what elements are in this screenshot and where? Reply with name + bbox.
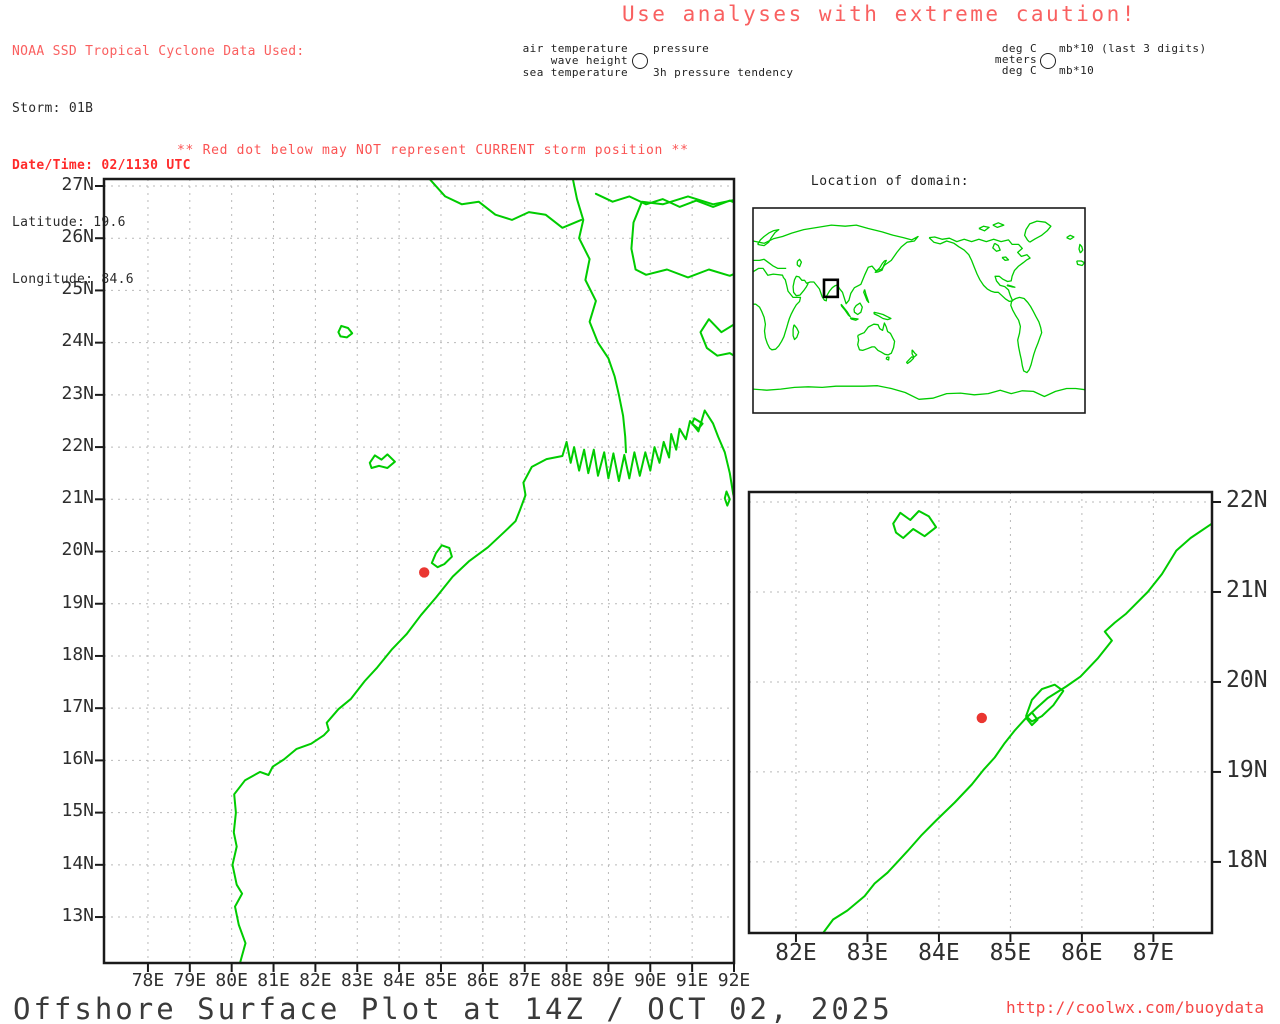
coastline-inland-lake-north — [337, 324, 354, 339]
storm-info-header: NOAA SSD Tropical Cyclone Data Used: — [12, 44, 305, 59]
legend-pressure-tendency-label: 3h pressure tendency — [653, 66, 794, 79]
world-coastline-north-america — [928, 236, 1031, 303]
map-main-lat-label: 17N — [61, 696, 94, 718]
world-coastline-australia — [857, 322, 896, 356]
coastline-india-east-coast-and-delta — [231, 409, 734, 963]
world-inset-map — [752, 207, 1086, 414]
coastline-inland-lake-south — [368, 453, 396, 469]
map-main-lat-label: 23N — [61, 382, 94, 404]
world-coastlines — [753, 220, 1085, 400]
coastline-ganges-river-west — [428, 179, 583, 229]
storm-position-dot — [419, 567, 430, 578]
storm-datetime-text: Date/Time: 02/1130 UTC — [12, 158, 191, 173]
world-coastline-nz-north — [911, 349, 918, 358]
grid-lines — [749, 492, 1212, 933]
world-coastline-iberia — [1076, 260, 1085, 267]
map-zoom-lat-label: 19N — [1226, 756, 1268, 783]
map-main-lat-label: 16N — [61, 748, 94, 770]
map-zoom-lat-label: 18N — [1226, 846, 1268, 873]
coastline-sylhet-hills — [699, 318, 734, 357]
legend-pressure-unit: mb*10 (last 3 digits) — [1059, 42, 1207, 55]
legend-pressure-tendency-unit: mb*10 — [1059, 64, 1095, 77]
map-main-lat-label: 26N — [61, 226, 94, 248]
world-coastline-antarctica — [753, 385, 1085, 400]
map-zoom-lat-label: 22N — [1226, 486, 1268, 513]
coastline-north-river-line — [594, 192, 734, 208]
map-zoom-lat-label: 21N — [1226, 576, 1268, 603]
map-main-lat-label: 19N — [61, 591, 94, 613]
world-coastline-caspian — [796, 258, 803, 268]
world-coastline-britain — [1078, 243, 1084, 254]
world-coastline-philippines — [863, 289, 870, 304]
legend-sea-temp-unit: deg C — [1001, 64, 1037, 77]
world-coastline-tasmania — [885, 356, 890, 361]
map-main-lat-label: 13N — [61, 904, 94, 926]
zoom-map: 22N 21N 20N 19N 18N 82E 83E 84E 85E 86E 87E — [747, 487, 1268, 966]
coastline-chilika-spur — [1025, 711, 1039, 727]
map-main-lat-label: 27N — [61, 173, 94, 195]
world-coastline-madagascar — [792, 324, 800, 341]
world-coastline-new-guinea — [873, 311, 892, 321]
world-coastline-cuba — [1006, 284, 1016, 288]
world-coastline-eurasia — [753, 224, 919, 305]
main-map: 27N 26N 25N 24N 23N 22N 21N 20N 19N 18N 17N 16N 15N 1… — [61, 175, 750, 991]
coastline-chilika-lagoon — [430, 544, 453, 569]
world-coastline-iceland — [1066, 234, 1075, 240]
domain-location-box — [822, 278, 840, 299]
source-url: http://coolwx.com/buoydata — [1006, 998, 1265, 1017]
storm-id-text: Storm: 01B — [12, 101, 94, 116]
map-main-lon-label: 92E — [717, 970, 751, 991]
world-coastline-europe-south — [753, 258, 787, 270]
world-coastline-arctic-island-b — [992, 222, 1005, 229]
warning-note: ** Red dot below may NOT represent CURRE… — [177, 143, 689, 158]
coastlines — [822, 510, 1212, 933]
map-zoom-lon-label: 82E — [775, 940, 817, 966]
world-coastline-arctic-island-a — [978, 225, 990, 232]
world-coastline-java — [849, 317, 859, 321]
map-zoom-lat-label: 20N — [1226, 666, 1268, 693]
map-zoom-lon-label: 86E — [1061, 940, 1103, 966]
world-coastline-borneo — [853, 302, 863, 316]
map-main-lat-label: 14N — [61, 852, 94, 874]
map-main-lat-label: 24N — [61, 330, 94, 352]
map-zoom-lon-label: 87E — [1132, 940, 1175, 966]
inset-title: Location of domain: — [810, 174, 970, 189]
coastline-inland-lake — [892, 510, 938, 539]
units-model-circle-icon — [1040, 53, 1056, 69]
map-zoom-lon-label: 85E — [989, 940, 1032, 966]
offshore-surface-plot-page: NOAA SSD Tropical Cyclone Data Used: Sto… — [0, 0, 1280, 1024]
map-zoom-lon-label: 83E — [846, 940, 889, 966]
coastlines — [231, 179, 734, 963]
plot-title: Offshore Surface Plot at 14Z / OCT 02, 2… — [13, 992, 893, 1024]
station-model-circle-icon — [632, 53, 648, 69]
map-main-lat-label: 15N — [61, 800, 94, 822]
map-zoom-lon-label: 84E — [918, 940, 960, 966]
map-main-lat-label: 25N — [61, 278, 94, 300]
legend-sea-temperature-label: sea temperature — [522, 66, 628, 79]
storm-position-dot — [976, 712, 987, 724]
coastline-island-a — [723, 490, 731, 507]
caution-banner: Use analyses with extreme caution! — [622, 2, 1137, 26]
map-main-lat-label: 20N — [61, 539, 94, 561]
world-coastline-hudson-bay — [992, 242, 1001, 252]
coastline-brahmaputra-hook — [630, 195, 734, 279]
world-coastline-south-america — [1010, 296, 1043, 374]
world-coastline-greenland — [1023, 220, 1052, 243]
world-coastline-great-lakes — [1001, 256, 1010, 262]
map-main-lat-label: 18N — [61, 643, 94, 665]
world-coastline-sumatra — [840, 303, 851, 318]
world-coastline-japan — [874, 259, 887, 273]
map-main-lat-label: 22N — [61, 434, 94, 456]
world-coastline-nz-south — [905, 356, 915, 365]
grid-lines — [104, 179, 735, 963]
map-main-lat-label: 21N — [61, 487, 94, 509]
legend-pressure-label: pressure — [653, 42, 710, 55]
coastline-chilika-lagoon — [1025, 683, 1065, 723]
